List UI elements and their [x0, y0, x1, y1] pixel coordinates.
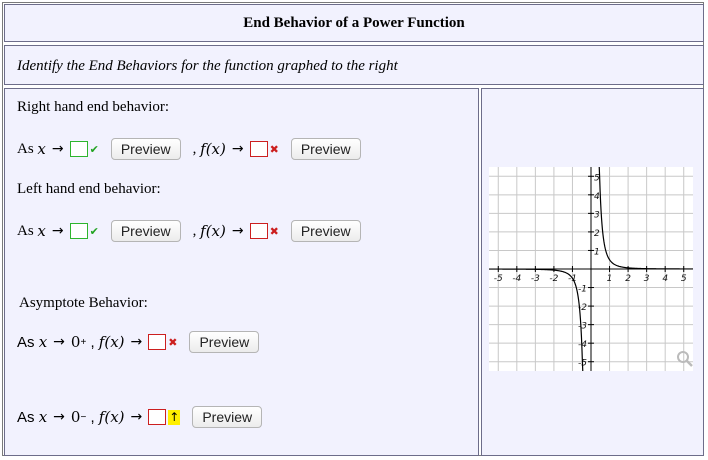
y-tick-label: 3: [594, 210, 600, 220]
x-var: x: [38, 333, 48, 351]
x-tick-label: 2: [625, 274, 631, 284]
as-label: As: [17, 408, 35, 426]
preview-button[interactable]: Preview: [290, 138, 361, 160]
arrow-icon: →: [51, 223, 64, 239]
as-label: As: [17, 222, 34, 239]
answer-input-left-fx[interactable]: [249, 223, 268, 239]
arrow-icon: →: [53, 334, 65, 350]
limit-value: 0: [70, 408, 81, 426]
answer-input-left-x[interactable]: [69, 223, 88, 239]
preview-button[interactable]: Preview: [192, 406, 263, 428]
check-icon: ✔: [89, 142, 99, 156]
y-tick-label: -1: [578, 285, 587, 295]
left-end-row: As x → ✔ Preview , f(x) → ✖ Preview: [17, 218, 361, 244]
right-end-heading: Right hand end behavior:: [17, 99, 170, 115]
arrow-icon: →: [231, 141, 244, 157]
limit-value: 0: [70, 333, 81, 351]
preview-button[interactable]: Preview: [189, 331, 260, 353]
x-tick-label: 5: [681, 274, 687, 284]
x-tick-label: 1: [607, 274, 613, 284]
arrow-icon: →: [53, 409, 65, 425]
fx-label: f(x): [98, 408, 125, 426]
cross-icon: ✖: [269, 142, 279, 156]
curve-left-branch: [489, 268, 584, 371]
y-tick-label: -3: [578, 322, 587, 332]
x-tick-label: -3: [531, 274, 540, 284]
instruction-text: Identify the End Behaviors for the funct…: [17, 58, 398, 74]
up-arrow-icon: ↑: [168, 409, 181, 425]
x-tick-label: -5: [494, 274, 503, 284]
answer-input-asym-minus[interactable]: [148, 409, 167, 425]
function-graph[interactable]: -5 -4 -3 -2 -1 1 2 3 4 5 5 4 3 2 1 -1 -2 -3 -4 -5: [489, 167, 693, 371]
x-tick-label: -2: [549, 274, 558, 284]
answer-input-right-fx[interactable]: [249, 141, 268, 157]
arrow-icon: →: [51, 141, 64, 157]
left-end-heading: Left hand end behavior:: [17, 181, 161, 197]
y-tick-label: 2: [594, 229, 600, 239]
x-tick-label: 3: [644, 274, 650, 284]
asymptote-row-2: As x → 0− , f(x) → ↑ Preview: [17, 404, 263, 430]
x-tick-label: -4: [512, 274, 521, 284]
preview-button[interactable]: Preview: [110, 220, 181, 242]
fx-label: f(x): [98, 333, 125, 351]
answers-cell: Right hand end behavior: As x → ✔ Preview…: [4, 88, 479, 456]
fx-label: f(x): [200, 140, 226, 158]
check-icon: ✔: [89, 224, 99, 238]
y-tick-label: 1: [594, 247, 600, 257]
cross-icon: ✖: [269, 224, 279, 238]
preview-button[interactable]: Preview: [110, 138, 181, 160]
x-var: x: [37, 140, 46, 158]
preview-button[interactable]: Preview: [290, 220, 361, 242]
instruction-cell: Identify the End Behaviors for the funct…: [4, 45, 704, 85]
answer-input-right-x[interactable]: [69, 141, 88, 157]
arrow-icon: →: [130, 409, 143, 425]
cross-icon: ✖: [168, 335, 178, 349]
asymptote-row-1: As x → 0 + , f(x) → ✖ Preview: [17, 329, 260, 355]
title-cell: End Behavior of a Power Function: [4, 4, 704, 42]
problem-title: End Behavior of a Power Function: [243, 15, 465, 31]
graph-svg: -5 -4 -3 -2 -1 1 2 3 4 554321-1-2-3-4-5: [489, 167, 693, 371]
asymptote-heading: Asymptote Behavior:: [19, 295, 148, 311]
arrow-icon: →: [130, 334, 143, 350]
y-tick-label: -4: [578, 340, 587, 350]
as-label: As: [17, 140, 34, 157]
answer-input-asym-plus[interactable]: [148, 334, 167, 350]
x-tick-label: 4: [662, 274, 668, 284]
curve-right-branch: [598, 167, 693, 270]
right-end-row: As x → ✔ Preview , f(x) → ✖ Preview: [17, 136, 361, 162]
x-var: x: [38, 408, 48, 426]
fx-label: f(x): [200, 222, 226, 240]
arrow-icon: →: [231, 223, 244, 239]
y-tick-label: 4: [594, 192, 600, 202]
x-var: x: [37, 222, 46, 240]
as-label: As: [17, 333, 35, 351]
magnifier-icon[interactable]: [676, 350, 694, 368]
